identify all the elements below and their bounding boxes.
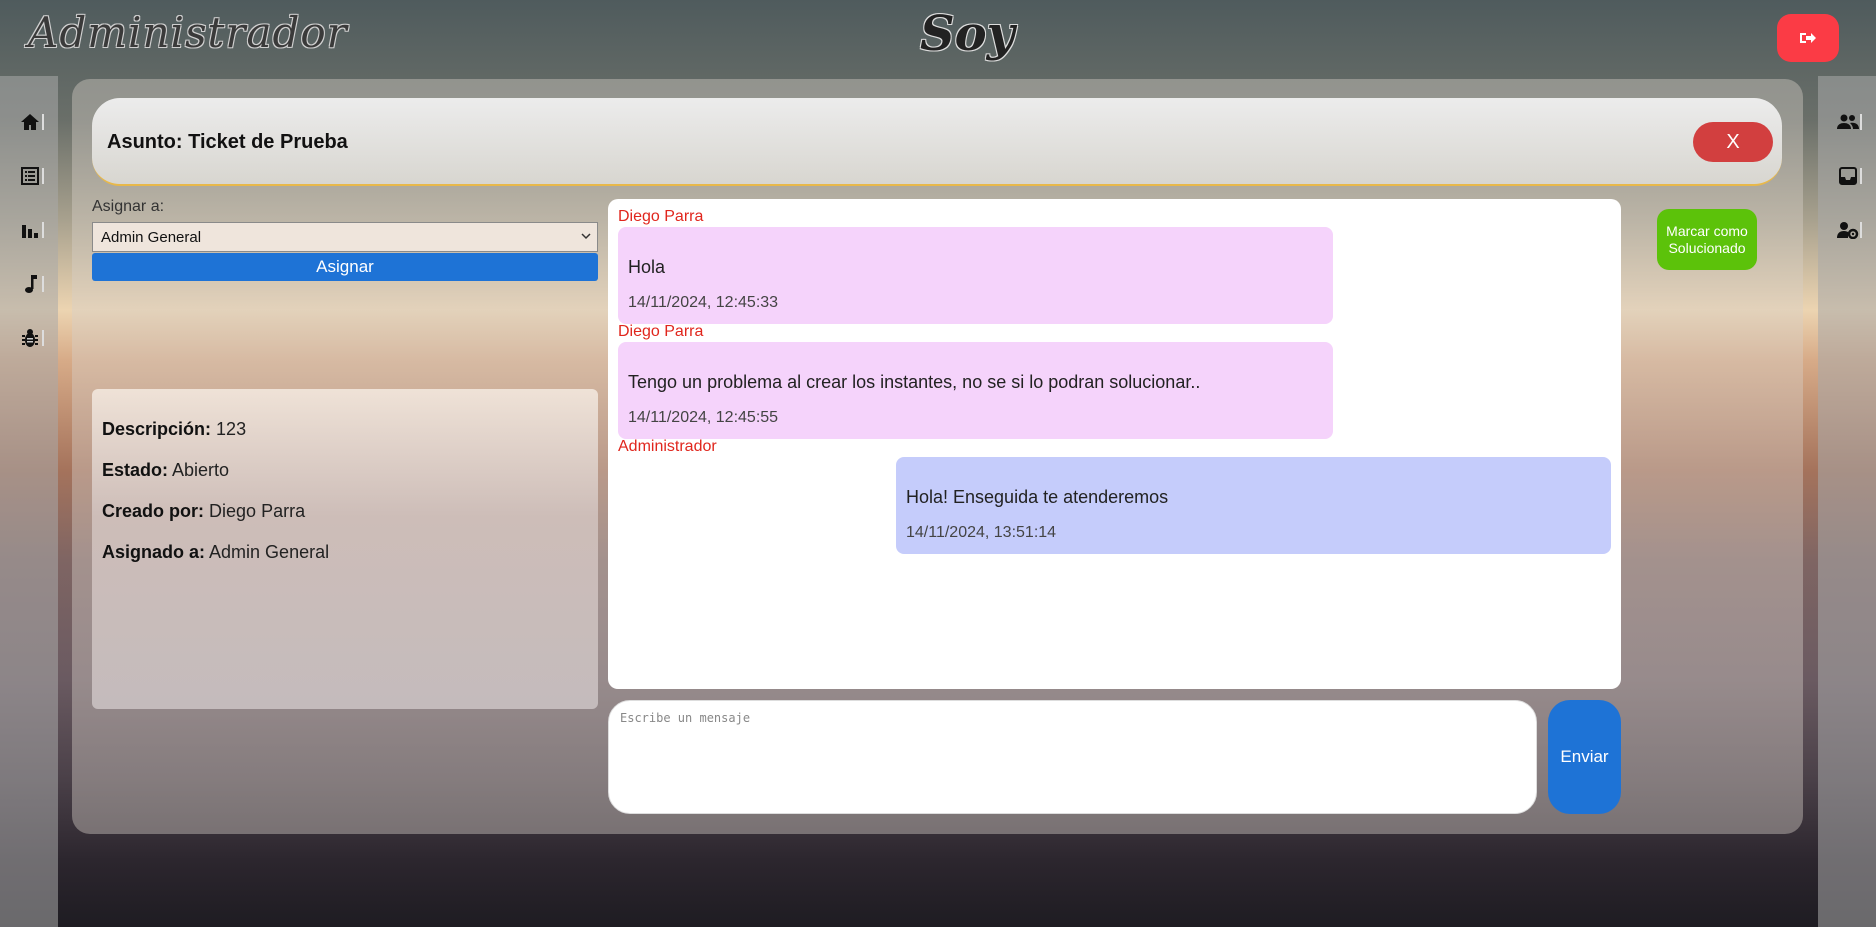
home-icon[interactable] [18,110,44,134]
message-input[interactable]: Escribe un mensaje [608,700,1537,814]
message-input-placeholder: Escribe un mensaje [620,711,751,725]
assigned-to-row: Asignado a: Admin General [102,542,329,563]
message-bubble: Hola 14/11/2024, 12:45:33 [618,227,1333,324]
logout-button[interactable] [1777,14,1839,62]
description-row: Descripción: 123 [102,419,246,440]
message-time: 14/11/2024, 12:45:55 [628,409,779,426]
send-button[interactable]: Enviar [1548,700,1621,814]
status-label: Estado: [102,460,169,480]
description-value: 123 [216,419,247,439]
status-row: Estado: Abierto [102,460,229,481]
ticket-subject-bar: Asunto: Ticket de Prueba X [92,98,1782,186]
created-by-value: Diego Parra [209,501,306,521]
created-by-row: Creado por: Diego Parra [102,501,305,522]
message-text: Tengo un problema al crear los instantes… [628,372,1201,392]
music-note-icon[interactable] [18,272,44,296]
assigned-to-value: Admin General [209,542,330,562]
message-bubble: Tengo un problema al crear los instantes… [618,342,1333,439]
assign-button[interactable]: Asignar [92,253,598,281]
message-text: Hola! Enseguida te atenderemos [906,487,1169,507]
status-value: Abierto [172,460,230,480]
chat-messages[interactable]: Diego Parra Hola 14/11/2024, 12:45:33 Di… [608,199,1621,689]
bug-icon[interactable] [18,326,44,350]
description-label: Descripción: [102,419,212,439]
top-header: Administrador Soy [0,0,1876,76]
close-ticket-button[interactable]: X [1693,122,1773,162]
brand-title: Administrador [28,8,348,57]
message-bubble: Hola! Enseguida te atenderemos 14/11/202… [896,457,1611,554]
created-by-label: Creado por: [102,501,205,521]
ticket-subject: Asunto: Ticket de Prueba [107,131,348,153]
bar-chart-icon[interactable] [18,218,44,242]
assign-select[interactable]: Admin General [92,222,598,252]
message-text: Hola [628,257,666,277]
brand-logo[interactable]: Soy [920,6,1015,62]
list-icon[interactable] [18,164,44,188]
mark-solved-button[interactable]: Marcar como Solucionado [1657,209,1757,270]
message-time: 14/11/2024, 12:45:33 [628,294,779,311]
left-sidebar [0,76,58,927]
users-icon[interactable] [1836,110,1862,134]
message-time: 14/11/2024, 13:51:14 [906,524,1057,541]
inbox-icon[interactable] [1836,164,1862,188]
sign-out-icon [1799,30,1817,46]
ticket-details-card: Descripción: 123 Estado: Abierto Creado … [92,389,598,709]
message-author: Diego Parra [618,208,704,225]
assigned-to-label: Asignado a: [102,542,206,562]
assign-selected-value: Admin General [101,228,202,246]
user-settings-icon[interactable] [1836,218,1862,242]
chevron-down-icon [581,231,591,241]
assign-label: Asignar a: [92,198,165,215]
right-sidebar [1818,76,1876,927]
message-author: Administrador [618,438,717,455]
message-author: Diego Parra [618,323,704,340]
